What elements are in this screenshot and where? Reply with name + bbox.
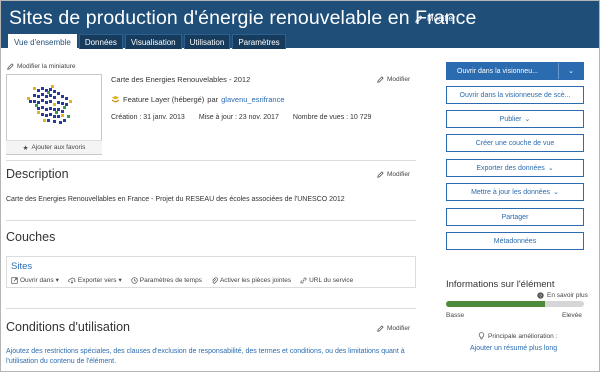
open-in-label: Ouvrir dans — [20, 276, 54, 284]
share-label: Partager — [501, 213, 529, 221]
link-icon — [300, 277, 307, 283]
tab-usage[interactable]: Utilisation — [183, 34, 231, 49]
update-data-button[interactable]: Mettre à jour les données ⌄ — [446, 183, 584, 201]
item-info-heading: Informations sur l'élément — [446, 279, 555, 290]
item-edit-button[interactable]: Modifier — [377, 76, 410, 83]
divider — [6, 160, 416, 161]
edit-thumbnail-link[interactable]: Modifier la miniature — [7, 63, 76, 70]
owner-by-label: par — [207, 95, 219, 104]
tab-data[interactable]: Données — [78, 34, 123, 49]
tab-settings[interactable]: Paramètres — [232, 34, 286, 49]
divider — [6, 220, 416, 221]
pencil-icon — [7, 63, 14, 70]
add-to-favorites-button[interactable]: ★ Ajouter aux favoris — [6, 140, 102, 154]
service-url-label: URL du service — [309, 276, 354, 284]
title-edit-button[interactable]: Modifier — [415, 14, 455, 23]
description-text: Carte des Energies Renouvellables en Fra… — [6, 196, 345, 203]
star-icon: ★ — [22, 144, 29, 152]
pencil-icon — [377, 325, 384, 332]
item-header: Sites de production d'énergie renouvelab… — [1, 1, 599, 49]
lightbulb-icon — [478, 332, 485, 340]
add-to-favorites-label: Ajouter aux favoris — [31, 144, 86, 151]
conditions-edit-button[interactable]: Modifier — [377, 325, 410, 332]
caret-down-icon: ▾ — [55, 277, 59, 284]
edit-thumbnail-label: Modifier la miniature — [17, 63, 76, 70]
created-date: Création : 31 janv. 2013 — [111, 114, 185, 121]
chevron-down-icon: ⌄ — [524, 116, 531, 123]
description-heading: Description — [6, 167, 69, 181]
updated-date: Mise à jour : 23 nov. 2017 — [198, 114, 279, 121]
tab-visualization[interactable]: Visualisation — [124, 34, 182, 49]
learn-more-link[interactable]: ? En savoir plus — [537, 292, 588, 299]
chevron-down-icon: ⌄ — [553, 189, 559, 196]
open-in-menu[interactable]: Ouvrir dans ▾ — [11, 276, 59, 284]
chevron-down-icon: ⌄ — [547, 165, 554, 172]
chevron-down-icon: ⌄ — [568, 68, 574, 75]
description-edit-label: Modifier — [387, 171, 411, 178]
top-improvement-text: Principale amélioration : — [488, 332, 558, 340]
layer-actions: Ouvrir dans ▾ Exporter vers ▾ Paramètres… — [11, 276, 353, 284]
conditions-text-link[interactable]: Ajoutez des restrictions spéciales, des … — [6, 347, 406, 367]
open-in-map-viewer-dropdown[interactable]: ⌄ — [558, 63, 583, 79]
thumbnail-map-image — [7, 75, 101, 140]
update-data-label: Mettre à jour les données — [471, 188, 551, 196]
open-in-icon — [11, 276, 18, 284]
paperclip-icon — [212, 276, 218, 284]
item-info-score-bar — [446, 301, 584, 307]
item-type-line: Feature Layer (hébergé) par glavenu_esri… — [111, 95, 285, 104]
publish-button[interactable]: Publier ⌄ — [446, 110, 584, 128]
layers-heading: Couches — [6, 230, 56, 244]
top-improvement-label: Principale amélioration : — [478, 332, 557, 340]
description-edit-button[interactable]: Modifier — [377, 171, 410, 178]
cloud-download-icon — [68, 277, 76, 284]
share-button[interactable]: Partager — [446, 208, 584, 226]
open-in-scene-viewer-button[interactable]: Ouvrir dans la visionneuse de scè... — [446, 86, 584, 104]
feature-layer-icon — [111, 95, 120, 103]
learn-more-label: En savoir plus — [547, 292, 588, 299]
clock-icon — [131, 276, 138, 284]
page-title: Sites de production d'énergie renouvelab… — [9, 7, 477, 29]
export-to-label: Exporter vers — [77, 276, 117, 284]
export-data-label: Exporter des données — [476, 164, 545, 172]
tab-bar: Vue d'ensemble Données Visualisation Uti… — [8, 34, 286, 49]
caret-down-icon: ▾ — [118, 277, 122, 284]
item-type-label: Feature Layer (hébergé) — [123, 95, 205, 104]
pencil-icon — [415, 14, 423, 23]
add-longer-summary-link[interactable]: Ajouter un résumé plus long — [470, 345, 557, 352]
item-edit-label: Modifier — [387, 76, 411, 83]
metadata-label: Métadonnées — [493, 237, 537, 245]
metadata-button[interactable]: Métadonnées — [446, 232, 584, 250]
time-settings-label: Paramètres de temps — [139, 276, 202, 284]
item-name: Carte des Energies Renouvelables - 2012 — [111, 75, 251, 84]
title-edit-label: Modifier — [427, 14, 456, 23]
time-settings-button[interactable]: Paramètres de temps — [131, 276, 202, 284]
score-high-label: Elevée — [562, 312, 582, 319]
open-in-scene-viewer-label: Ouvrir dans la visionneuse de scè... — [459, 91, 571, 99]
layer-name-link[interactable]: Sites — [11, 261, 32, 272]
item-stats: Création : 31 janv. 2013 Mise à jour : 2… — [111, 114, 371, 121]
item-info-score-fill — [446, 301, 546, 307]
conditions-edit-label: Modifier — [387, 325, 411, 332]
layer-card: Sites Ouvrir dans ▾ Exporter vers ▾ Para… — [6, 256, 416, 288]
export-to-menu[interactable]: Exporter vers ▾ — [68, 276, 122, 284]
create-view-layer-label: Créer une couche de vue — [475, 139, 555, 147]
score-low-label: Basse — [446, 312, 465, 319]
conditions-heading: Conditions d'utilisation — [6, 320, 130, 334]
open-in-map-viewer-label: Ouvrir dans la visionneu... — [457, 67, 538, 75]
owner-link[interactable]: glavenu_esrifrance — [221, 95, 284, 104]
enable-attachments-button[interactable]: Activer les pièces jointes — [211, 276, 291, 284]
divider — [6, 308, 416, 309]
publish-label: Publier — [499, 115, 522, 123]
export-data-button[interactable]: Exporter des données ⌄ — [446, 159, 584, 177]
help-icon: ? — [537, 292, 544, 299]
open-in-map-viewer-button[interactable]: Ouvrir dans la visionneu... ⌄ — [446, 62, 584, 80]
enable-attachments-label: Activer les pièces jointes — [219, 276, 292, 284]
pencil-icon — [377, 171, 384, 178]
pencil-icon — [377, 76, 384, 83]
create-view-layer-button[interactable]: Créer une couche de vue — [446, 134, 584, 152]
tab-overview[interactable]: Vue d'ensemble — [8, 34, 77, 49]
svg-text:?: ? — [539, 293, 542, 299]
view-count: Nombre de vues : 10 729 — [292, 114, 372, 121]
service-url-button[interactable]: URL du service — [300, 276, 353, 284]
